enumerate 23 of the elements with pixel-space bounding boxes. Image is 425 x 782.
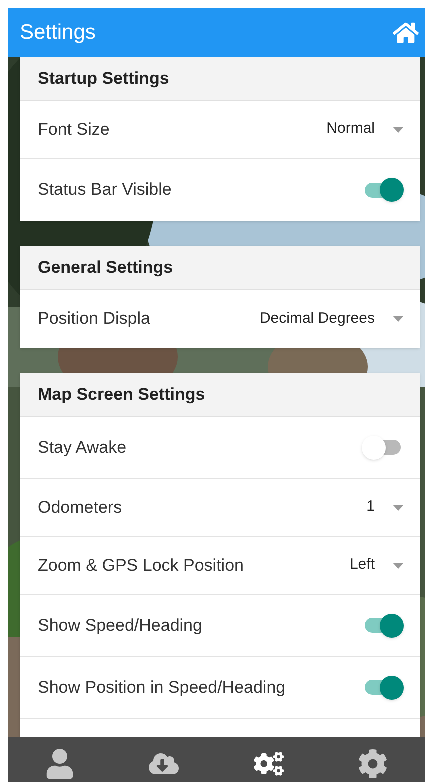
section-title: Map Screen Settings [38,384,206,406]
gear-icon [358,749,388,779]
gears-icon [254,749,284,779]
dropdown[interactable]: 1 [366,496,404,519]
setting-label: Show Position in Speed/Heading [38,676,286,699]
setting-label: Status Bar Visible [38,179,172,202]
caret-icon [393,504,404,510]
section-title: Startup Settings [38,68,170,90]
setting-label: Odometers [38,496,122,519]
dropdown[interactable]: Normal [326,118,404,141]
setting-label: Position Displa [38,308,150,330]
setting-label: Zoom & GPS Lock Position [38,554,244,577]
dropdown[interactable]: Left [350,554,404,577]
section-title: General Settings [38,256,174,279]
setting-label: Show Speed/Heading [38,614,202,637]
setting-label: Font Size [38,118,110,141]
caret-icon [393,126,404,132]
setting-label: Stay Awake [38,436,127,459]
person-icon [45,749,76,779]
caret-icon [393,316,404,322]
caret-icon [393,562,404,568]
header-title: Settings [20,20,96,46]
dropdown[interactable]: Decimal Degrees [260,308,404,330]
